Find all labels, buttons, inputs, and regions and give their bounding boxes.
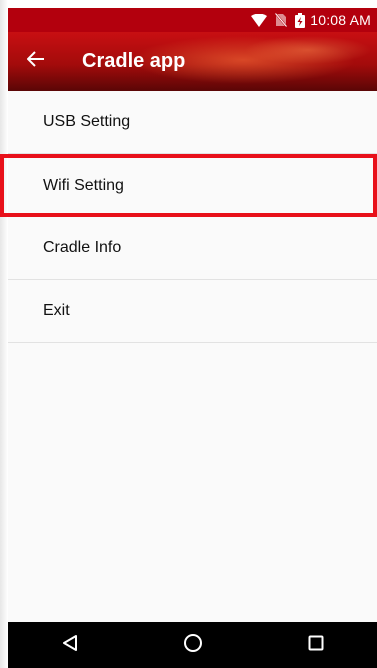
navigation-bar bbox=[8, 622, 377, 668]
back-button[interactable] bbox=[8, 32, 64, 91]
nav-back-button[interactable] bbox=[45, 622, 95, 668]
battery-charging-icon bbox=[295, 12, 306, 28]
menu-item-cradle-info[interactable]: Cradle Info bbox=[8, 217, 377, 280]
home-circle-icon bbox=[183, 633, 203, 658]
menu-list: USB Setting Wifi Setting Cradle Info Exi… bbox=[0, 91, 377, 343]
menu-item-wifi-setting[interactable]: Wifi Setting bbox=[0, 154, 377, 217]
nav-home-button[interactable] bbox=[168, 622, 218, 668]
arrow-left-icon bbox=[26, 51, 45, 72]
nav-recents-button[interactable] bbox=[291, 622, 341, 668]
menu-item-label: USB Setting bbox=[43, 113, 131, 130]
background-edge bbox=[0, 0, 8, 668]
wifi-icon bbox=[251, 13, 268, 27]
phone-screen: 10:08 AM Cradle app USB Setting Wifi Set… bbox=[0, 8, 377, 668]
back-triangle-icon bbox=[62, 634, 78, 657]
menu-item-label: Wifi Setting bbox=[43, 176, 124, 194]
menu-item-label: Exit bbox=[43, 302, 70, 319]
recents-square-icon bbox=[308, 635, 324, 656]
menu-item-label: Cradle Info bbox=[43, 239, 122, 256]
app-bar: Cradle app bbox=[8, 32, 377, 91]
app-title: Cradle app bbox=[82, 50, 186, 72]
status-time: 10:08 AM bbox=[310, 12, 371, 28]
menu-item-usb-setting[interactable]: USB Setting bbox=[8, 91, 377, 154]
no-sim-icon bbox=[275, 13, 288, 27]
status-bar: 10:08 AM bbox=[8, 8, 377, 32]
menu-item-exit[interactable]: Exit bbox=[8, 280, 377, 343]
